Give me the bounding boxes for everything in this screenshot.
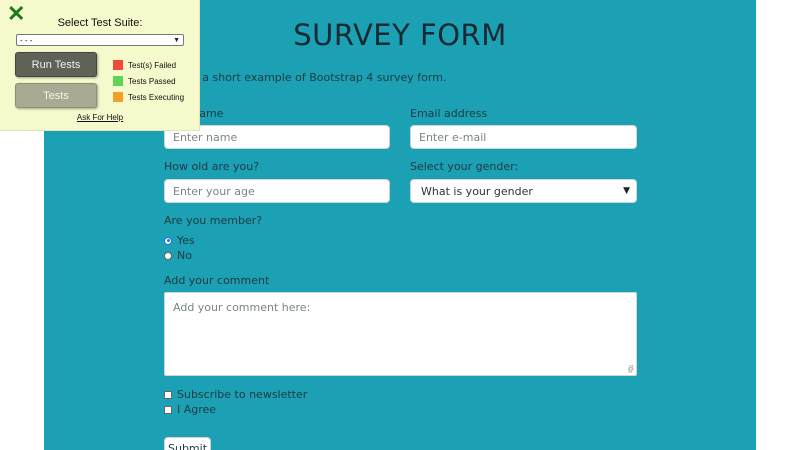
newsletter-label: Subscribe to newsletter [177,388,308,401]
agree-checkbox[interactable] [164,405,172,414]
member-option-yes[interactable]: Yes [164,234,195,247]
survey-description: This is a short example of Bootstrap 4 s… [164,71,447,84]
chevron-down-icon: ▼ [173,36,180,44]
radio-no[interactable] [164,251,172,260]
email-label: Email address [410,107,488,120]
comment-textarea[interactable]: Add your comment here: ∯ [164,292,637,376]
test-suite-title: Select Test Suite: [57,17,143,29]
agree-option[interactable]: I Agree [164,403,216,416]
ask-for-help-link[interactable]: Ask For Help [0,113,200,122]
age-label: How old are you? [164,160,260,173]
agree-label: I Agree [177,403,217,416]
legend-item-passed: Tests Passed [113,73,184,89]
comment-placeholder: Add your comment here: [173,301,311,314]
failed-swatch [113,60,123,70]
tests-button[interactable]: Tests [15,83,97,108]
gender-select-value: What is your gender [421,184,533,198]
gender-select[interactable]: What is your gender ▼ [410,179,637,203]
radio-yes-label: Yes [177,234,195,247]
submit-button[interactable]: Submit [164,437,211,450]
member-option-no[interactable]: No [164,249,192,262]
newsletter-option[interactable]: Subscribe to newsletter [164,388,307,401]
gender-label: Select your gender: [410,160,519,173]
legend-item-failed: Test(s) Failed [113,57,184,73]
test-suite-select[interactable]: - - - ▼ [16,34,184,46]
test-suite-panel: ✕ Select Test Suite: - - - ▼ Run Tests T… [0,0,200,131]
legend-item-executing: Tests Executing [113,89,184,105]
comment-label: Add your comment [164,274,270,287]
email-input[interactable] [410,125,637,149]
newsletter-checkbox[interactable] [164,390,172,399]
legend-label-failed: Test(s) Failed [128,60,177,70]
run-tests-button[interactable]: Run Tests [15,52,97,77]
resize-handle-icon[interactable]: ∯ [628,365,634,373]
chevron-down-icon: ▼ [623,186,630,196]
test-suite-select-value: - - - [20,35,33,45]
passed-swatch [113,76,123,86]
legend-label-executing: Tests Executing [128,92,185,102]
test-status-legend: Test(s) Failed Tests Passed Tests Execut… [113,57,184,105]
member-label: Are you member? [164,214,263,227]
radio-no-label: No [177,249,192,262]
executing-swatch [113,92,123,102]
radio-yes[interactable] [164,236,172,245]
age-input[interactable] [164,179,390,203]
legend-label-passed: Tests Passed [128,76,176,86]
